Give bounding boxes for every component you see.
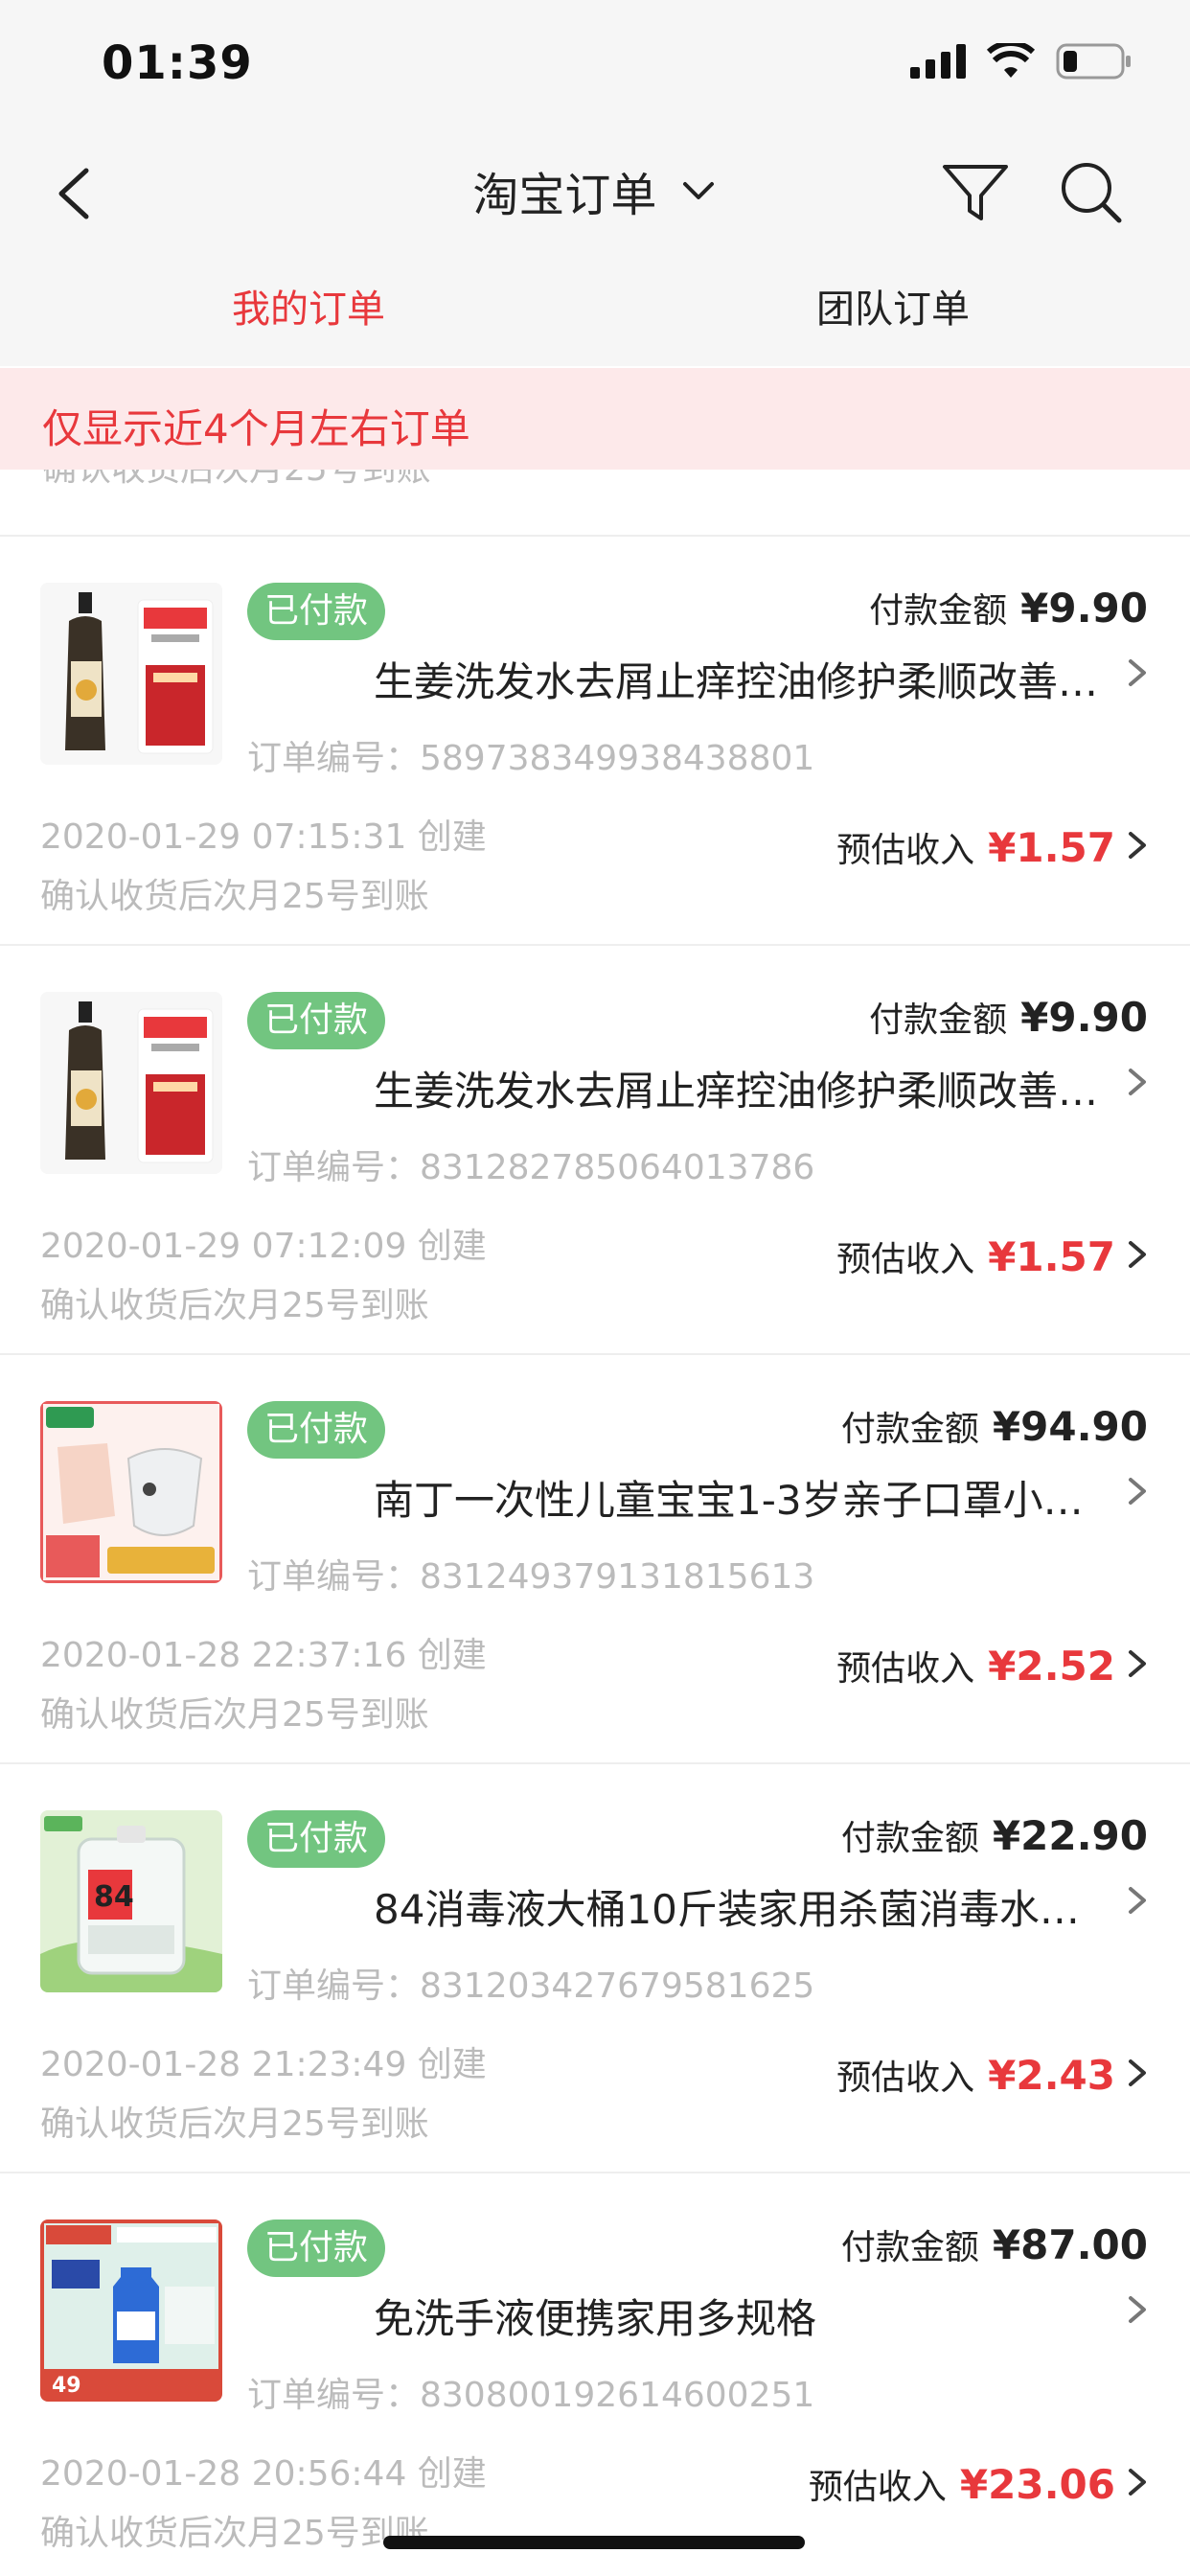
income-label: 预估收入 <box>836 831 975 870</box>
chevron-right-icon[interactable] <box>1123 654 1152 692</box>
payment-label: 付款金额 <box>869 591 1008 631</box>
battery-icon <box>1056 43 1131 80</box>
payment-amount: 付款金额 ¥9.90 <box>869 992 1148 1042</box>
payment-value: ¥9.90 <box>1020 585 1148 632</box>
chevron-right-icon[interactable] <box>1123 1235 1152 1274</box>
payment-amount: 付款金额 ¥9.90 <box>869 583 1148 632</box>
order-list[interactable]: 确认收货后次月25号到账 已付款 付款金额 ¥9.90 生姜洗发水去屑止痒控油修护… <box>0 470 1190 2576</box>
product-title[interactable]: 免洗手液便携家用多规格 <box>374 2287 1102 2345</box>
income-value: ¥2.52 <box>988 1643 1115 1690</box>
settlement-note: 确认收货后次月25号到账 <box>40 1695 429 1735</box>
disinfectant-jug-product-image: 84 <box>40 1810 222 1992</box>
chevron-right-icon[interactable] <box>1123 1472 1152 1510</box>
search-button[interactable] <box>1054 153 1131 230</box>
status-badge: 已付款 <box>247 1401 385 1459</box>
payment-amount: 付款金额 ¥94.90 <box>841 1401 1148 1451</box>
settlement-note: 确认收货后次月25号到账 <box>40 2104 429 2144</box>
svg-text:84: 84 <box>94 1880 134 1914</box>
status-badge: 已付款 <box>247 992 385 1049</box>
settlement-note: 确认收货后次月25号到账 <box>40 877 429 916</box>
created-time: 2020-01-28 21:23:49 创建 <box>40 2045 487 2084</box>
partial-settle-text: 确认收货后次月25号到账 <box>42 470 431 491</box>
status-badge: 已付款 <box>247 2220 385 2277</box>
created-time: 2020-01-29 07:15:31 创建 <box>40 817 487 857</box>
income-label: 预估收入 <box>808 2468 947 2507</box>
payment-value: ¥87.00 <box>992 2221 1148 2268</box>
order-number: 订单编号：831203427679581625 <box>247 1966 815 2006</box>
hand-sanitizer-product-image: 49 <box>40 2220 222 2402</box>
estimated-income[interactable]: 预估收入 ¥1.57 <box>836 1231 1115 1281</box>
order-number: 订单编号：589738349938438801 <box>247 739 815 778</box>
notice-text: 仅显示近4个月左右订单 <box>42 405 470 452</box>
payment-label: 付款金额 <box>840 2228 979 2267</box>
estimated-income[interactable]: 预估收入 ¥23.06 <box>809 2459 1115 2509</box>
payment-label: 付款金额 <box>840 1819 979 1858</box>
chevron-right-icon[interactable] <box>1123 1644 1152 1683</box>
payment-amount: 付款金额 ¥22.90 <box>841 1810 1148 1860</box>
svg-text:49: 49 <box>52 2374 81 2398</box>
home-indicator[interactable] <box>383 2536 805 2549</box>
shampoo-bottle-product-image <box>40 992 222 1174</box>
filter-button[interactable] <box>937 153 1014 230</box>
income-value: ¥2.43 <box>988 2052 1115 2099</box>
order-tabs: 我的订单 团队订单 <box>0 278 1190 337</box>
chevron-right-icon[interactable] <box>1123 2290 1152 2329</box>
product-title[interactable]: 南丁一次性儿童宝宝1-3岁亲子口罩小… <box>374 1468 1102 1527</box>
chevron-right-icon[interactable] <box>1123 1881 1152 1920</box>
filter-icon <box>943 165 1008 220</box>
tab-team-orders[interactable]: 团队订单 <box>816 278 970 334</box>
order-card[interactable]: 已付款 付款金额 ¥9.90 生姜洗发水去屑止痒控油修护柔顺改善… 订单编号：83… <box>0 946 1190 1353</box>
payment-value: ¥94.90 <box>992 1403 1148 1450</box>
income-value: ¥1.57 <box>988 824 1115 871</box>
income-value: ¥1.57 <box>988 1233 1115 1280</box>
income-label: 预估收入 <box>836 1240 975 1279</box>
payment-value: ¥22.90 <box>992 1812 1148 1859</box>
product-title[interactable]: 84消毒液大桶10斤装家用杀菌消毒水… <box>374 1877 1102 1936</box>
settlement-note: 确认收货后次月25号到账 <box>40 2514 429 2553</box>
order-card[interactable]: 84 已付款 付款金额 ¥22.90 84消毒液大桶10斤装家用杀菌消毒水… 订单… <box>0 1764 1190 2172</box>
notice-banner: 仅显示近4个月左右订单 <box>0 368 1190 470</box>
payment-amount: 付款金额 ¥87.00 <box>841 2220 1148 2269</box>
payment-label: 付款金额 <box>840 1410 979 1449</box>
signal-icon <box>910 44 966 79</box>
estimated-income[interactable]: 预估收入 ¥1.57 <box>836 822 1115 872</box>
shampoo-bottle-product-image <box>40 583 222 765</box>
product-title[interactable]: 生姜洗发水去屑止痒控油修护柔顺改善… <box>374 650 1102 708</box>
product-title[interactable]: 生姜洗发水去屑止痒控油修护柔顺改善… <box>374 1059 1102 1117</box>
created-time: 2020-01-29 07:12:09 创建 <box>40 1227 487 1266</box>
order-number: 订单编号：830800192614600251 <box>247 2376 815 2415</box>
order-card[interactable]: 已付款 付款金额 ¥9.90 生姜洗发水去屑止痒控油修护柔顺改善… 订单编号：58… <box>0 537 1190 944</box>
chevron-down-icon <box>682 182 714 199</box>
status-badge: 已付款 <box>247 583 385 640</box>
income-label: 预估收入 <box>836 1649 975 1689</box>
tab-my-orders[interactable]: 我的订单 <box>232 278 385 334</box>
income-value: ¥23.06 <box>959 2461 1115 2508</box>
payment-value: ¥9.90 <box>1020 994 1148 1041</box>
status-time: 01:39 <box>102 36 253 90</box>
search-icon <box>1062 163 1122 223</box>
header-area: 01:39 淘宝订单 我的订单 团队订单 <box>0 0 1190 366</box>
order-card[interactable]: 已付款 付款金额 ¥94.90 南丁一次性儿童宝宝1-3岁亲子口罩小… 订单编号：… <box>0 1355 1190 1762</box>
payment-label: 付款金额 <box>869 1000 1008 1040</box>
created-time: 2020-01-28 20:56:44 创建 <box>40 2454 487 2494</box>
estimated-income[interactable]: 预估收入 ¥2.43 <box>836 2050 1115 2100</box>
settlement-note: 确认收货后次月25号到账 <box>40 1286 429 1325</box>
created-time: 2020-01-28 22:37:16 创建 <box>40 1636 487 1675</box>
income-label: 预估收入 <box>836 2058 975 2098</box>
order-number: 订单编号：831249379131815613 <box>247 1557 815 1597</box>
page-title: 淘宝订单 <box>472 169 657 222</box>
chevron-right-icon[interactable] <box>1123 2054 1152 2092</box>
wifi-icon <box>987 43 1035 78</box>
order-number: 订单编号：831282785064013786 <box>247 1148 815 1187</box>
order-card[interactable]: 49 已付款 付款金额 ¥87.00 免洗手液便携家用多规格 订单编号：83080… <box>0 2174 1190 2576</box>
estimated-income[interactable]: 预估收入 ¥2.52 <box>836 1641 1115 1690</box>
chevron-right-icon[interactable] <box>1123 826 1152 864</box>
face-mask-product-image <box>40 1401 222 1583</box>
status-icons <box>910 42 1133 80</box>
chevron-right-icon[interactable] <box>1123 1063 1152 1101</box>
chevron-right-icon[interactable] <box>1123 2463 1152 2501</box>
status-badge: 已付款 <box>247 1810 385 1868</box>
